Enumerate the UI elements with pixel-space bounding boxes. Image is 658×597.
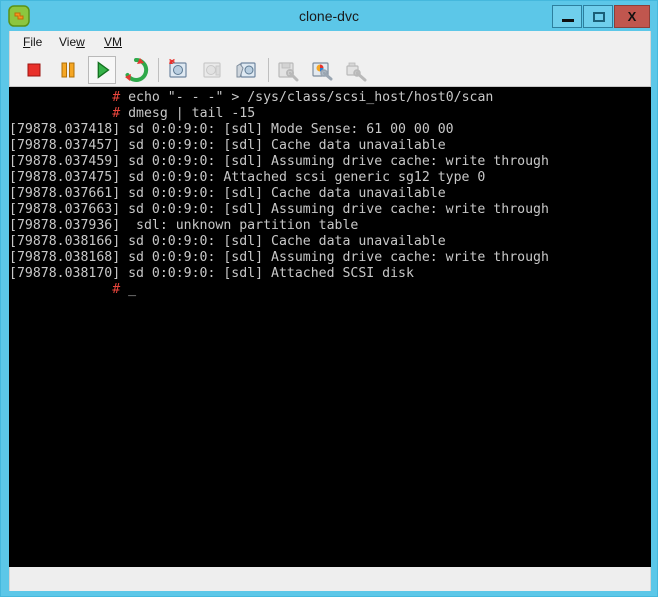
close-icon: X: [627, 9, 637, 24]
terminal-indent: [9, 282, 112, 297]
revert-snapshot-button[interactable]: [198, 56, 226, 84]
terminal-output-text: [79878.038170] sd 0:0:9:0: [sdl] Attache…: [9, 266, 414, 281]
minimize-icon: [562, 19, 574, 22]
close-button[interactable]: X: [614, 5, 650, 28]
terminal-output-text: [79878.038168] sd 0:0:9:0: [sdl] Assumin…: [9, 250, 549, 265]
terminal-output-text: [79878.037936] sdl: unknown partition ta…: [9, 218, 359, 233]
toolbar: [9, 53, 651, 87]
restart-button[interactable]: [122, 56, 150, 84]
terminal-output-text: [79878.037459] sd 0:0:9:0: [sdl] Assumin…: [9, 154, 549, 169]
terminal-command-text: dmesg | tail -15: [120, 106, 256, 121]
usb-settings-button[interactable]: [342, 56, 370, 84]
menu-vm[interactable]: VM: [99, 34, 127, 51]
terminal-line: [79878.037418] sd 0:0:9:0: [sdl] Mode Se…: [9, 122, 651, 138]
terminal-input-text: [120, 282, 128, 297]
vm-settings-button[interactable]: [274, 56, 302, 84]
shell-prompt: #: [112, 282, 121, 297]
shell-prompt: #: [112, 90, 121, 105]
terminal-cursor: _: [128, 282, 137, 297]
play-button[interactable]: [88, 56, 116, 84]
toolbar-separator: [268, 58, 269, 82]
title-bar: clone-dvc X: [1, 1, 657, 31]
terminal-output-text: [79878.037475] sd 0:0:9:0: Attached scsi…: [9, 170, 486, 185]
terminal-line: [79878.038168] sd 0:0:9:0: [sdl] Assumin…: [9, 250, 651, 266]
maximize-icon: [593, 12, 605, 22]
display-settings-button[interactable]: [308, 56, 336, 84]
terminal-line: # _: [9, 282, 651, 298]
pause-button[interactable]: [54, 56, 82, 84]
terminal-indent: [9, 106, 112, 121]
terminal-output-text: [79878.038166] sd 0:0:9:0: [sdl] Cache d…: [9, 234, 446, 249]
terminal-line: [79878.037457] sd 0:0:9:0: [sdl] Cache d…: [9, 138, 651, 154]
minimize-button[interactable]: [552, 5, 582, 28]
shell-prompt: #: [112, 106, 121, 121]
terminal-line: [79878.038170] sd 0:0:9:0: [sdl] Attache…: [9, 266, 651, 282]
terminal-line: # dmesg | tail -15: [9, 106, 651, 122]
terminal-line: [79878.037459] sd 0:0:9:0: [sdl] Assumin…: [9, 154, 651, 170]
terminal-output-text: [79878.037457] sd 0:0:9:0: [sdl] Cache d…: [9, 138, 446, 153]
terminal-indent: [9, 90, 112, 105]
status-bar: [9, 567, 651, 591]
terminal-output-text: [79878.037663] sd 0:0:9:0: [sdl] Assumin…: [9, 202, 549, 217]
terminal-line: [79878.037936] sdl: unknown partition ta…: [9, 218, 651, 234]
terminal-command-text: echo "- - -" > /sys/class/scsi_host/host…: [120, 90, 494, 105]
terminal-line: [79878.037661] sd 0:0:9:0: [sdl] Cache d…: [9, 186, 651, 202]
menu-view[interactable]: View: [54, 34, 90, 51]
maximize-button[interactable]: [583, 5, 613, 28]
snapshot-manager-button[interactable]: [232, 56, 260, 84]
terminal-output-text: [79878.037661] sd 0:0:9:0: [sdl] Cache d…: [9, 186, 446, 201]
menu-bar: File View VM: [9, 31, 651, 53]
toolbar-separator: [158, 58, 159, 82]
terminal-output: # echo "- - -" > /sys/class/scsi_host/ho…: [9, 90, 651, 298]
terminal-line: [79878.037663] sd 0:0:9:0: [sdl] Assumin…: [9, 202, 651, 218]
terminal-line: [79878.038166] sd 0:0:9:0: [sdl] Cache d…: [9, 234, 651, 250]
vm-console-window: clone-dvc X File View VM # echo "- - -" …: [0, 0, 658, 597]
terminal-console[interactable]: # echo "- - -" > /sys/class/scsi_host/ho…: [9, 87, 651, 567]
menu-file[interactable]: File: [18, 34, 47, 51]
stop-button[interactable]: [20, 56, 48, 84]
take-snapshot-button[interactable]: [164, 56, 192, 84]
terminal-line: # echo "- - -" > /sys/class/scsi_host/ho…: [9, 90, 651, 106]
terminal-line: [79878.037475] sd 0:0:9:0: Attached scsi…: [9, 170, 651, 186]
terminal-output-text: [79878.037418] sd 0:0:9:0: [sdl] Mode Se…: [9, 122, 454, 137]
